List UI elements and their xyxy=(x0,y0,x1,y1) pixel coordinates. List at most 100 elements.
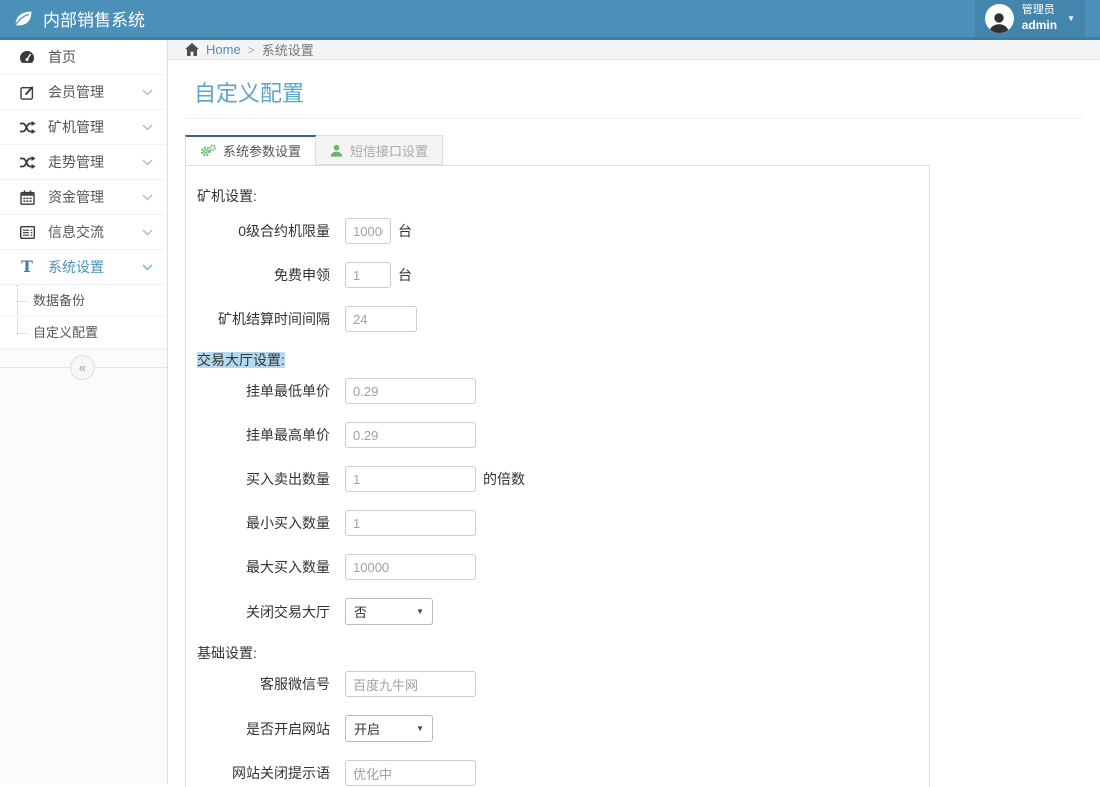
edit-icon xyxy=(17,85,37,100)
field-label: 免费申领 xyxy=(186,265,330,285)
max-order-price-input[interactable] xyxy=(345,422,476,448)
main-area: Home > 系统设置 自定义配置 系统参数设置 短信接口设置 xyxy=(168,40,1100,784)
user-role: 管理员 xyxy=(1022,4,1055,16)
min-buy-quantity-input[interactable] xyxy=(345,510,476,536)
field-label: 0级合约机限量 xyxy=(186,221,330,241)
caret-down-icon: ▼ xyxy=(1067,14,1075,23)
max-buy-quantity-input[interactable] xyxy=(345,554,476,580)
list-icon xyxy=(17,226,37,239)
site-enabled-select[interactable]: 开启 ▼ xyxy=(345,715,433,742)
chevron-down-icon xyxy=(142,89,153,96)
tab-label: 短信接口设置 xyxy=(350,141,428,160)
chevron-down-icon xyxy=(142,229,153,236)
sidebar-item-funds[interactable]: 资金管理 xyxy=(0,180,167,215)
sidebar-item-label: 矿机管理 xyxy=(48,117,104,137)
field-label: 网站关闭提示语 xyxy=(186,763,330,783)
divider xyxy=(185,118,1083,119)
field-label: 挂单最低单价 xyxy=(186,381,330,401)
form-row: 最小买入数量 xyxy=(186,510,929,536)
field-label: 挂单最高单价 xyxy=(186,425,330,445)
app-brand: 内部销售系统 xyxy=(0,6,145,31)
form-row: 是否开启网站 开启 ▼ xyxy=(186,715,929,742)
form-row: 买入卖出数量 的倍数 xyxy=(186,466,929,492)
submenu-item-custom-config[interactable]: 自定义配置 xyxy=(0,317,167,349)
app-title: 内部销售系统 xyxy=(43,6,145,31)
tab-sms-interface[interactable]: 短信接口设置 xyxy=(316,135,443,165)
avatar xyxy=(985,4,1014,33)
content: 自定义配置 系统参数设置 短信接口设置 矿机设置: xyxy=(168,60,1100,787)
page-title: 自定义配置 xyxy=(194,76,1083,108)
settings-panel: 矿机设置: 0级合约机限量 台 免费申领 台 矿机结算时间间隔 交易大厅设置: xyxy=(185,165,930,787)
chevron-down-icon xyxy=(142,124,153,131)
user-icon xyxy=(330,144,343,157)
field-label: 关闭交易大厅 xyxy=(186,602,330,622)
shuffle-icon xyxy=(17,156,37,169)
settlement-interval-input[interactable] xyxy=(345,306,417,332)
service-wechat-input[interactable] xyxy=(345,671,476,697)
sidebar-item-members[interactable]: 会员管理 xyxy=(0,75,167,110)
field-suffix: 台 xyxy=(398,265,412,285)
sidebar-item-label: 首页 xyxy=(48,47,76,67)
form-row: 客服微信号 xyxy=(186,671,929,697)
user-menu[interactable]: 管理员 admin ▼ xyxy=(975,0,1085,37)
form-row: 矿机结算时间间隔 xyxy=(186,306,929,332)
field-label: 矿机结算时间间隔 xyxy=(186,309,330,329)
select-value: 开启 xyxy=(354,719,380,738)
field-label: 是否开启网站 xyxy=(186,719,330,739)
home-icon xyxy=(185,43,199,56)
sidebar-item-label: 系统设置 xyxy=(48,257,104,277)
section-label-trading: 交易大厅设置: xyxy=(197,350,929,370)
field-label: 最小买入数量 xyxy=(186,513,330,533)
dashboard-icon xyxy=(17,50,37,64)
sidebar-item-messages[interactable]: 信息交流 xyxy=(0,215,167,250)
sidebar-collapse-row: « xyxy=(0,350,167,386)
text-t-icon: T xyxy=(17,259,37,275)
submenu-item-data-backup[interactable]: 数据备份 xyxy=(0,285,167,317)
sidebar-item-label: 走势管理 xyxy=(48,152,104,172)
min-order-price-input[interactable] xyxy=(345,378,476,404)
sidebar-item-system-settings[interactable]: T 系统设置 xyxy=(0,250,167,285)
sidebar-item-label: 会员管理 xyxy=(48,82,104,102)
gears-icon xyxy=(200,144,216,158)
leaf-logo-icon xyxy=(13,9,34,28)
caret-down-icon: ▼ xyxy=(416,607,424,616)
shuffle-icon xyxy=(17,121,37,134)
site-closed-message-input[interactable] xyxy=(345,760,476,786)
chevron-down-icon xyxy=(142,159,153,166)
tab-system-parameters[interactable]: 系统参数设置 xyxy=(185,135,316,165)
section-label-basic: 基础设置: xyxy=(197,643,929,663)
sidebar-item-trends[interactable]: 走势管理 xyxy=(0,145,167,180)
breadcrumb-current: 系统设置 xyxy=(262,40,314,59)
system-settings-submenu: 数据备份 自定义配置 xyxy=(0,285,167,350)
sidebar-collapse-button[interactable]: « xyxy=(70,355,95,380)
tab-bar: 系统参数设置 短信接口设置 xyxy=(185,135,1083,165)
top-header: 内部销售系统 管理员 admin ▼ xyxy=(0,0,1100,40)
contract-miner-limit-input[interactable] xyxy=(345,218,391,244)
breadcrumb-home-link[interactable]: Home xyxy=(206,42,241,57)
sidebar-item-label: 信息交流 xyxy=(48,222,104,242)
field-label: 买入卖出数量 xyxy=(186,469,330,489)
form-row: 0级合约机限量 台 xyxy=(186,218,929,244)
chevron-down-icon xyxy=(142,194,153,201)
form-row: 网站关闭提示语 xyxy=(186,760,929,786)
field-suffix: 台 xyxy=(398,221,412,241)
sidebar-item-label: 资金管理 xyxy=(48,187,104,207)
select-value: 否 xyxy=(354,602,367,621)
sidebar-item-home[interactable]: 首页 xyxy=(0,40,167,75)
sidebar-item-miners[interactable]: 矿机管理 xyxy=(0,110,167,145)
sidebar: 首页 会员管理 矿机管理 走势管理 资金管理 xyxy=(0,40,168,784)
close-trading-select[interactable]: 否 ▼ xyxy=(345,598,433,625)
field-suffix: 的倍数 xyxy=(483,469,525,489)
form-row: 挂单最低单价 xyxy=(186,378,929,404)
form-row: 最大买入数量 xyxy=(186,554,929,580)
user-name: admin xyxy=(1022,18,1057,32)
field-label: 最大买入数量 xyxy=(186,557,330,577)
field-label: 客服微信号 xyxy=(186,674,330,694)
calendar-icon xyxy=(17,190,37,205)
tab-label: 系统参数设置 xyxy=(223,141,301,160)
buy-sell-quantity-input[interactable] xyxy=(345,466,476,492)
breadcrumb-separator: > xyxy=(248,43,255,57)
form-row: 关闭交易大厅 否 ▼ xyxy=(186,598,929,625)
form-row: 挂单最高单价 xyxy=(186,422,929,448)
free-claim-input[interactable] xyxy=(345,262,391,288)
